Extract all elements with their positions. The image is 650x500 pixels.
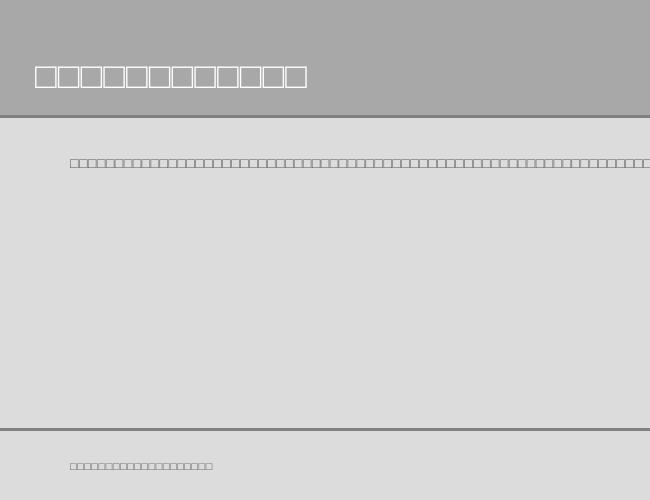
- page-title: □□□□□□□□□□□□: [35, 55, 650, 97]
- footer-area: □□□□□□□□□□□□□□□□□□□□: [0, 428, 650, 500]
- footer-text: □□□□□□□□□□□□□□□□□□□□: [70, 461, 650, 473]
- header-banner: □□□□□□□□□□□□: [0, 0, 650, 118]
- content-area: □□□□□□□□□□□□□□□□□□□□□□□□□□□□□□□□□□□□□□□□…: [0, 118, 650, 428]
- body-text: □□□□□□□□□□□□□□□□□□□□□□□□□□□□□□□□□□□□□□□□…: [70, 153, 580, 174]
